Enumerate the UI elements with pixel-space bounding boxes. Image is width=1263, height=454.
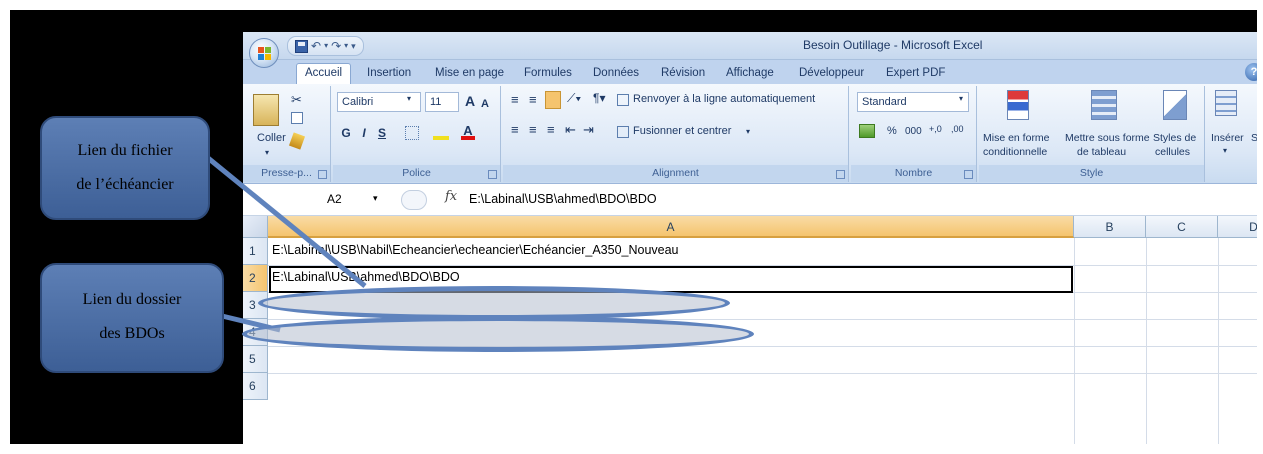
- callout-1-line-1: Lien du fichier: [77, 142, 173, 159]
- highlight-ellipse-2: [242, 316, 754, 352]
- annotation-connectors: [206, 156, 367, 333]
- callout-fichier-echeancier: Lien du fichier de l’échéancier: [40, 116, 210, 220]
- office-button[interactable]: [249, 38, 279, 68]
- connector-line-1: [206, 156, 367, 288]
- screenshot-frame: ↶ ▾ ↷ ▾ ▾ Besoin Outillage - Microsoft E…: [10, 10, 1257, 444]
- callout-1-line-2: de l’échéancier: [76, 176, 174, 193]
- callout-2-line-2: des BDOs: [99, 325, 165, 342]
- highlight-ellipse-1: [258, 286, 730, 320]
- callout-2-line-1: Lien du dossier: [82, 291, 182, 308]
- office-logo-icon: [258, 47, 271, 60]
- callout-dossier-bdos: Lien du dossier des BDOs: [40, 263, 224, 373]
